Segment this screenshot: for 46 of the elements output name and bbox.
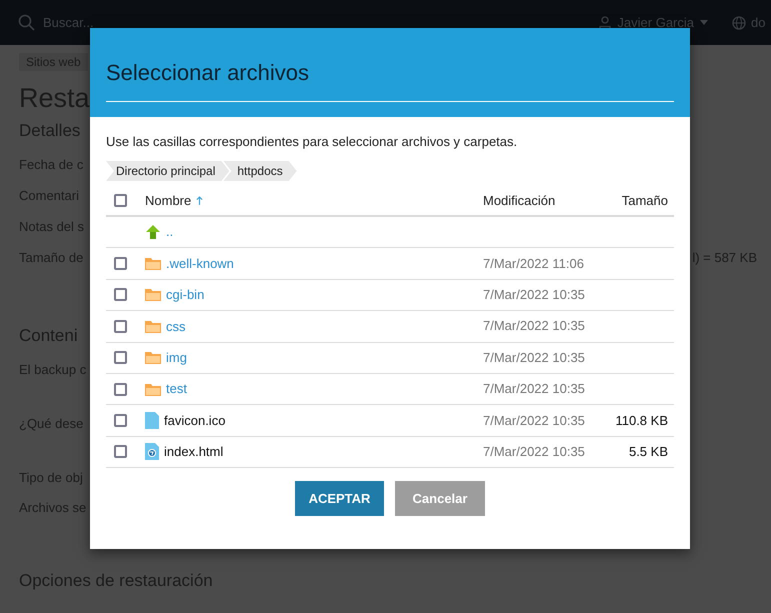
caret-icon — [700, 20, 708, 25]
breadcrumb-link[interactable]: httpdocs — [223, 161, 297, 181]
column-header[interactable]: Nombre — [145, 190, 192, 210]
folder-icon — [145, 257, 161, 270]
folder-link[interactable]: cgi-bin — [166, 285, 204, 305]
search-icon — [18, 14, 35, 31]
folder-link[interactable]: test — [166, 379, 187, 399]
checkbox[interactable] — [114, 257, 127, 270]
globe-icon — [732, 16, 746, 30]
folder-icon — [145, 351, 161, 364]
column-header[interactable]: Modificación — [483, 190, 556, 210]
checkbox[interactable] — [114, 351, 127, 364]
folder-icon — [145, 382, 161, 396]
cancel-button[interactable]: Cancelar — [395, 481, 485, 516]
checkbox[interactable] — [114, 445, 127, 458]
file-name: favicon.ico — [164, 412, 226, 430]
up-arrow-icon — [145, 224, 161, 240]
checkbox[interactable] — [114, 288, 127, 302]
binary-file-icon — [145, 412, 159, 430]
file-size: 110.8 KB — [615, 412, 668, 430]
modified-date: 7/Mar/2022 10:35 — [483, 350, 585, 365]
modified-date: 7/Mar/2022 10:35 — [483, 412, 585, 428]
folder-link[interactable]: img — [166, 348, 187, 368]
file-size: 5.5 KB — [628, 443, 668, 462]
modified-date: 7/Mar/2022 10:35 — [483, 381, 585, 396]
file-name: index.html — [164, 443, 224, 462]
folder-icon — [145, 288, 161, 302]
modified-date: 7/Mar/2022 11:06 — [483, 256, 584, 271]
column-header[interactable]: Tamaño — [622, 190, 668, 210]
instruction-text: Use las casillas correspondientes para seleccionar archivos y carpetas. — [106, 133, 518, 151]
modified-date: 7/Mar/2022 10:35 — [483, 286, 585, 302]
folder-link[interactable]: css — [166, 316, 186, 336]
accept-button[interactable]: ACEPTAR — [295, 481, 384, 516]
checkbox[interactable] — [114, 320, 127, 333]
modified-date: 7/Mar/2022 10:35 — [483, 318, 585, 334]
folder-icon — [145, 320, 161, 333]
checkbox[interactable] — [114, 414, 127, 428]
breadcrumb-link[interactable]: Directorio principal — [106, 161, 230, 181]
web-file-icon — [145, 443, 159, 460]
checkbox[interactable] — [114, 382, 127, 396]
modified-date: 7/Mar/2022 10:35 — [483, 444, 585, 459]
folder-link[interactable]: .well-known — [166, 254, 234, 274]
folder-link[interactable]: .. — [166, 222, 174, 242]
user-icon — [599, 16, 612, 30]
checkbox[interactable] — [114, 194, 127, 207]
dialog-title: Seleccionar archivos — [106, 58, 674, 102]
